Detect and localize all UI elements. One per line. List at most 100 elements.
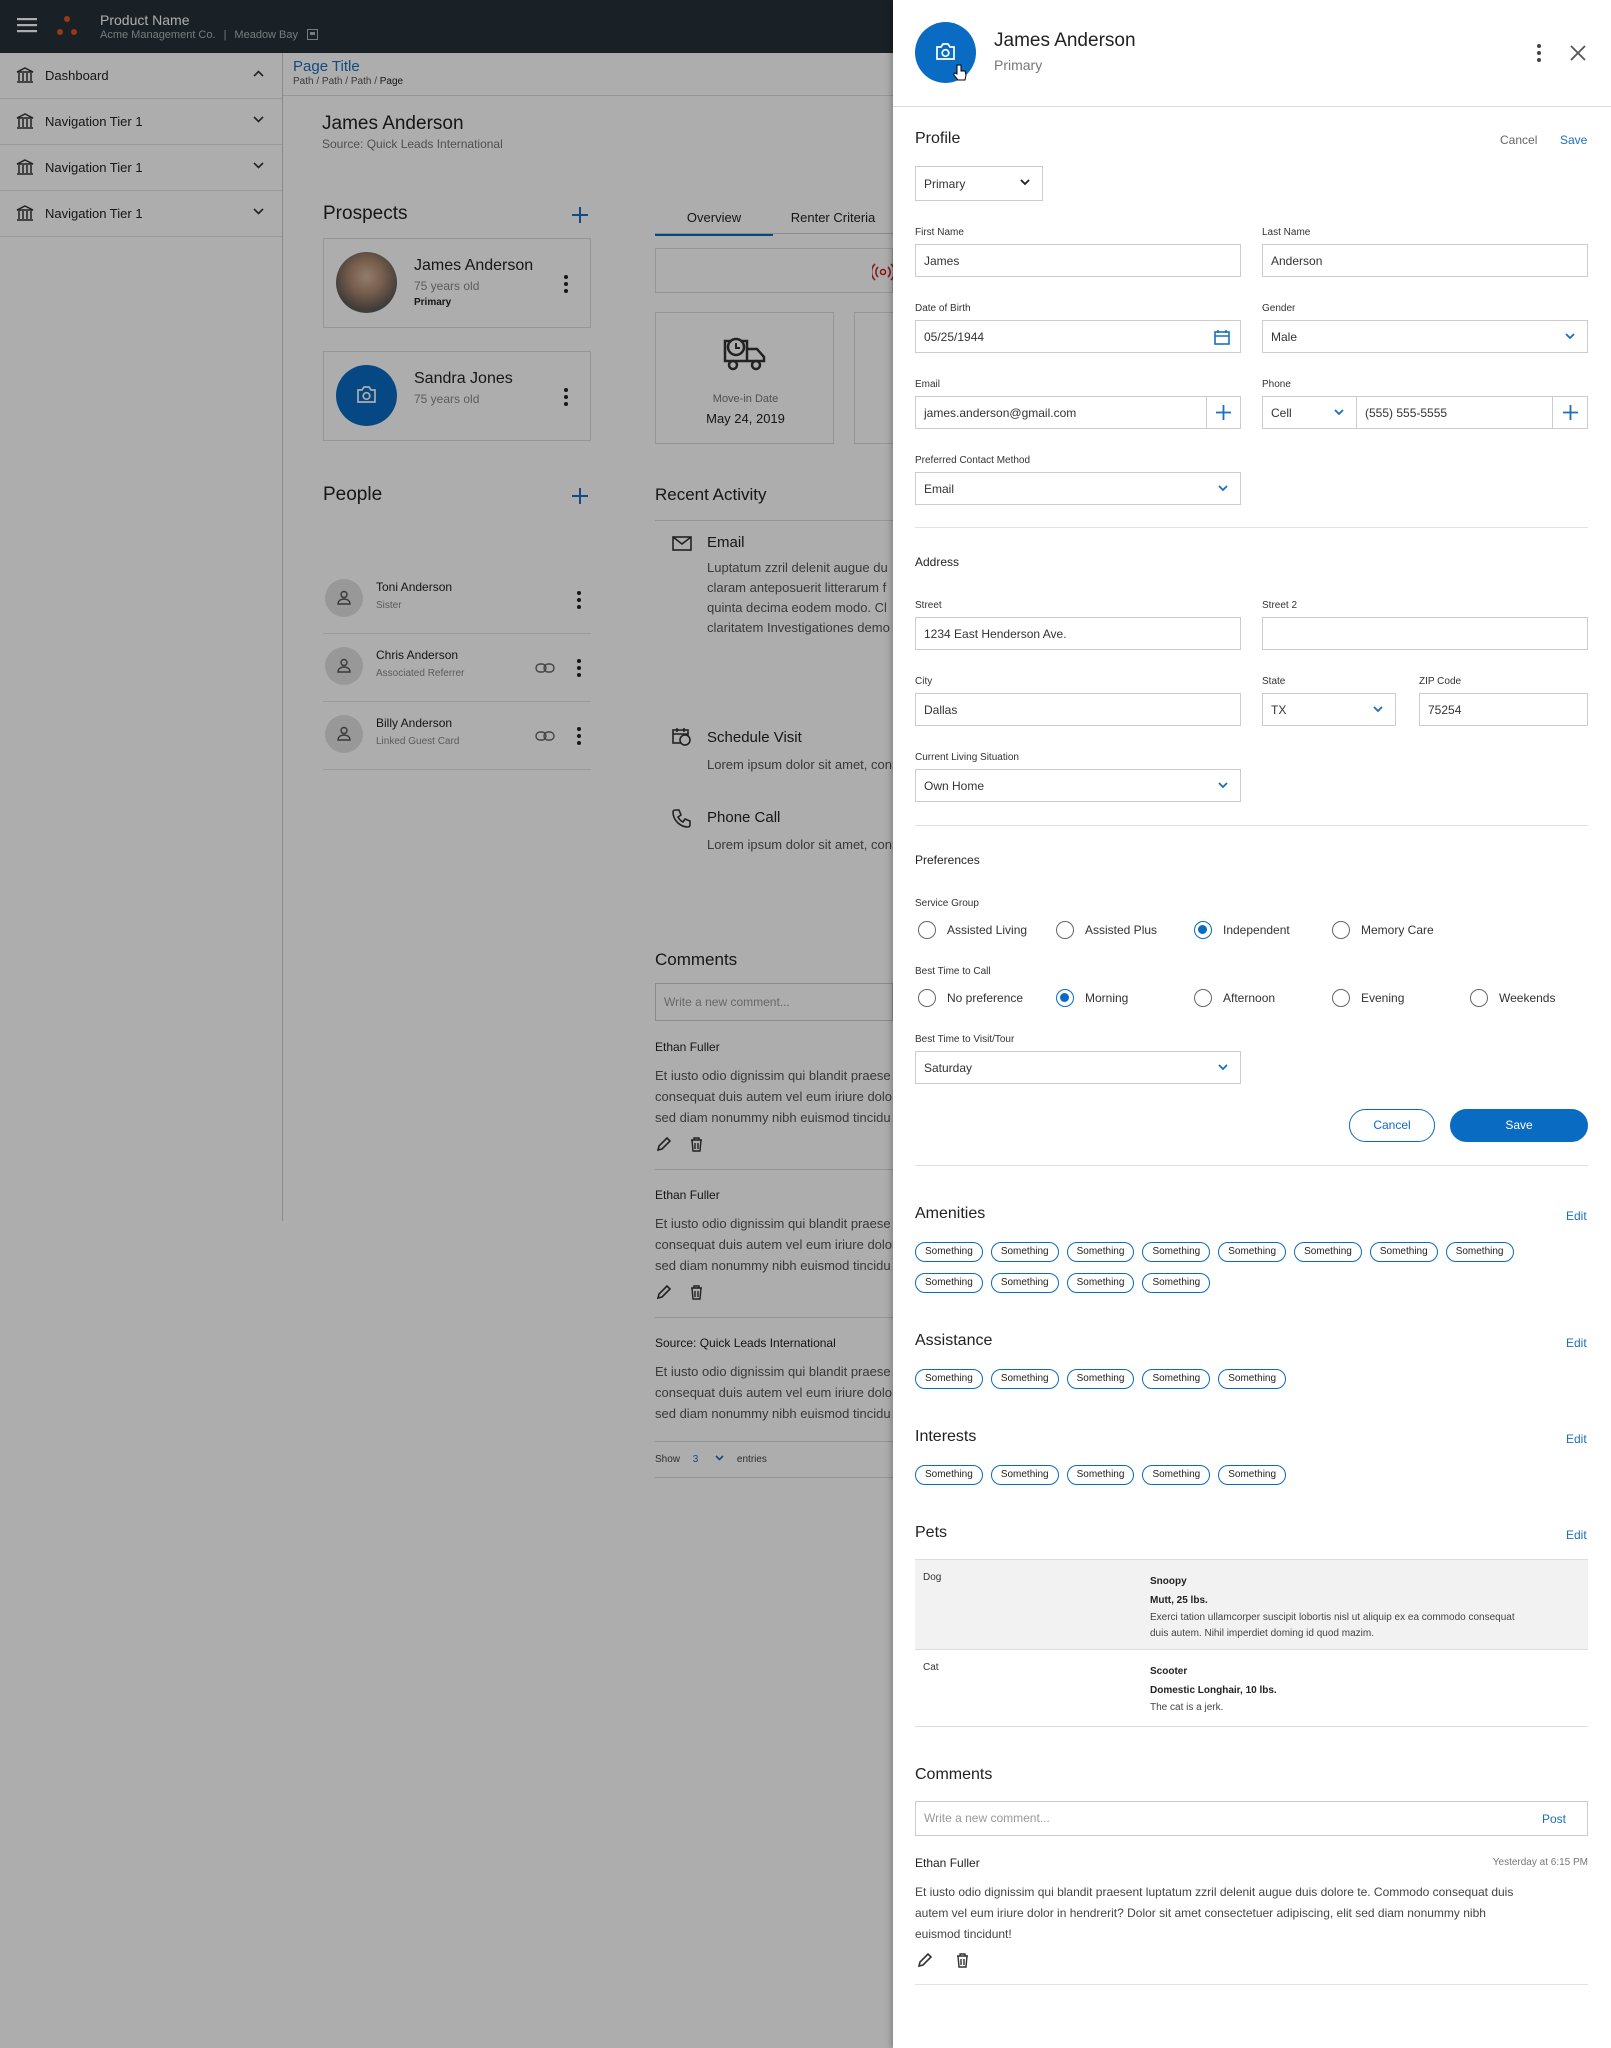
field-label: Phone <box>1262 379 1291 390</box>
profile-type-select[interactable]: Primary <box>915 166 1043 201</box>
save-link[interactable]: Save <box>1560 133 1587 147</box>
chip: Something <box>990 1242 1059 1262</box>
pets-heading: Pets <box>915 1524 948 1541</box>
pet-notes: duis autem. Nihil imperdiet doming id qu… <box>1150 1628 1374 1639</box>
field-label: Street 2 <box>1262 600 1298 611</box>
radio-label: Afternoon <box>1223 991 1276 1005</box>
last-name-field[interactable]: Anderson <box>1262 244 1588 277</box>
comment-input[interactable]: Write a new comment... <box>915 1801 1588 1836</box>
radio-afternoon[interactable]: Afternoon <box>1194 989 1275 1007</box>
table-row: Dog Snoopy Mutt, 25 lbs. Exerci tation u… <box>915 1559 1588 1649</box>
assistance-chips: Something Something Something Something Some… <box>915 1368 1588 1399</box>
radio-evening[interactable]: Evening <box>1332 989 1404 1007</box>
state-select[interactable]: TX <box>1262 693 1396 726</box>
email-field[interactable]: james.anderson@gmail.com <box>915 396 1207 429</box>
chip: Something <box>915 1465 983 1485</box>
zip-field[interactable]: 75254 <box>1419 693 1588 726</box>
chip: Something <box>990 1273 1059 1293</box>
best-time-visit-select[interactable]: Saturday <box>915 1051 1241 1084</box>
add-email-button[interactable] <box>1206 396 1241 429</box>
plus-icon <box>1563 405 1578 420</box>
radio-circle <box>1056 921 1074 939</box>
amenities-chips: Something Something Something Something Some… <box>915 1241 1525 1303</box>
chip: Something <box>1066 1242 1135 1262</box>
field-label: City <box>915 676 933 687</box>
radio-morning[interactable]: Morning <box>1056 989 1128 1007</box>
street2-field[interactable] <box>1262 617 1588 650</box>
radio-circle <box>1194 989 1212 1007</box>
radio-memory-care[interactable]: Memory Care <box>1332 921 1434 939</box>
field-label: Preferred Contact Method <box>915 455 1031 466</box>
gender-select[interactable]: Male <box>1262 320 1588 353</box>
chip: Something <box>1445 1242 1514 1262</box>
radio-label: Independent <box>1223 923 1290 937</box>
radio-label: Memory Care <box>1361 923 1434 937</box>
chip: Something <box>990 1369 1059 1389</box>
chip: Something <box>1369 1242 1438 1262</box>
field-label: Email <box>915 379 941 390</box>
street-field[interactable]: 1234 East Henderson Ave. <box>915 617 1241 650</box>
radio-label: Assisted Plus <box>1085 923 1158 937</box>
radio-circle <box>918 989 936 1007</box>
radio-weekends[interactable]: Weekends <box>1470 989 1555 1007</box>
chevron-down-icon <box>1218 1064 1228 1070</box>
chevron-down-icon <box>1218 782 1228 788</box>
radio-independent[interactable]: Independent <box>1194 921 1290 939</box>
radio-circle <box>918 921 936 939</box>
close-icon[interactable] <box>1570 45 1586 61</box>
post-button[interactable]: Post <box>1542 1812 1566 1826</box>
chip: Something <box>1142 1369 1211 1389</box>
living-situation-select[interactable]: Own Home <box>915 769 1241 802</box>
edit-assistance-link[interactable]: Edit <box>1566 1336 1587 1350</box>
add-phone-button[interactable] <box>1552 396 1588 429</box>
interests-heading: Interests <box>915 1428 977 1445</box>
radio-label: No preference <box>947 991 1024 1005</box>
city-field[interactable]: Dallas <box>915 693 1241 726</box>
calendar-icon[interactable] <box>1214 329 1230 345</box>
dob-value: 05/25/1944 <box>924 330 985 344</box>
edit-interests-link[interactable]: Edit <box>1566 1432 1587 1446</box>
chip: Something <box>1218 1369 1287 1389</box>
trash-icon[interactable] <box>956 1953 969 1968</box>
modal-scrim[interactable] <box>0 0 893 2048</box>
chip: Something <box>1294 1242 1362 1262</box>
pet-kind: Dog <box>923 1572 942 1583</box>
field-label: Street <box>915 600 942 611</box>
dob-field[interactable]: 05/25/1944 <box>915 320 1241 353</box>
radio-label: Weekends <box>1499 991 1556 1005</box>
comment-placeholder: Write a new comment... <box>924 1811 1050 1825</box>
chevron-down-icon <box>1373 706 1383 712</box>
radio-assisted-plus[interactable]: Assisted Plus <box>1056 921 1157 939</box>
field-label: Gender <box>1262 303 1296 314</box>
cancel-button[interactable]: Cancel <box>1349 1109 1435 1142</box>
chip: Something <box>1142 1242 1211 1262</box>
contact-method-select[interactable]: Email <box>915 472 1241 505</box>
edit-icon[interactable] <box>917 1953 932 1968</box>
radio-circle-selected <box>1056 989 1074 1007</box>
kebab-icon[interactable] <box>1537 44 1541 62</box>
chip: Something <box>990 1465 1059 1485</box>
phone-type-select[interactable]: Cell <box>1262 396 1357 429</box>
edit-amenities-link[interactable]: Edit <box>1566 1209 1587 1223</box>
phone-field[interactable]: (555) 555-5555 <box>1356 396 1553 429</box>
radio-circle <box>1332 921 1350 939</box>
pet-name: Snoopy <box>1150 1576 1187 1587</box>
edit-pets-link[interactable]: Edit <box>1566 1528 1587 1542</box>
field-label: Current Living Situation <box>915 752 1019 763</box>
assistance-heading: Assistance <box>915 1332 993 1349</box>
chip: Something <box>1066 1465 1135 1485</box>
first-name-field[interactable]: James <box>915 244 1241 277</box>
pet-notes: Exerci tation ullamcorper suscipit lobor… <box>1150 1612 1515 1623</box>
radio-assisted-living[interactable]: Assisted Living <box>918 921 1027 939</box>
drawer-name: James Anderson <box>994 30 1136 51</box>
select-value: Saturday <box>924 1061 973 1075</box>
chip: Something <box>915 1242 983 1262</box>
address-heading: Address <box>915 555 960 569</box>
field-label: State <box>1262 676 1286 687</box>
comment-divider <box>915 1984 1588 1985</box>
field-label: Last Name <box>1262 227 1311 238</box>
pet-notes: The cat is a jerk. <box>1150 1702 1224 1713</box>
save-button[interactable]: Save <box>1450 1109 1588 1142</box>
cancel-link[interactable]: Cancel <box>1500 133 1537 147</box>
radio-no-preference[interactable]: No preference <box>918 989 1023 1007</box>
